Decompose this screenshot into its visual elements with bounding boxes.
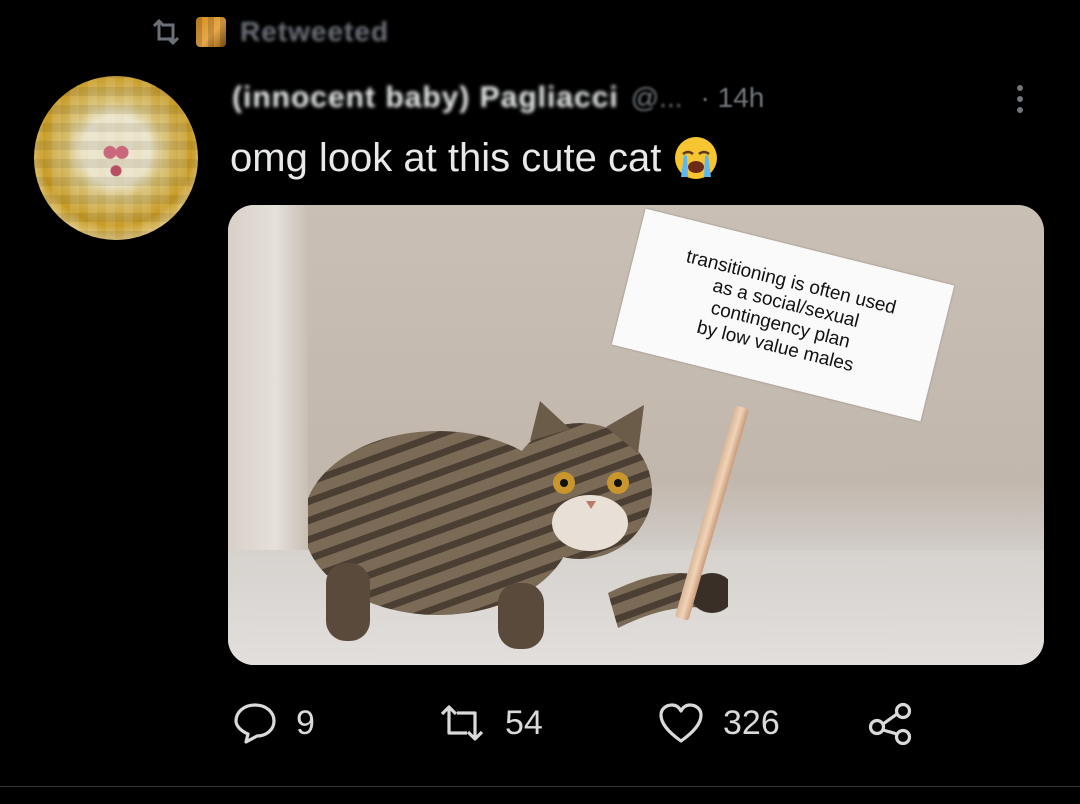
share-icon (868, 702, 912, 745)
retweet-icon (152, 18, 180, 46)
tweet-timestamp[interactable]: · 14h (701, 82, 765, 114)
retweet-bar: Retweeted (150, 12, 389, 52)
tweet-text: omg look at this cute cat (230, 135, 719, 181)
heart-icon (659, 703, 703, 743)
like-button[interactable]: 326 (657, 698, 780, 748)
author-handle[interactable]: @... (631, 82, 683, 114)
share-button[interactable] (867, 698, 915, 748)
loudly-crying-face-icon (675, 137, 718, 179)
retweet-button[interactable]: 54 (437, 698, 543, 748)
tweet-header: (innocent baby) Pagliacci @... · 14h (232, 78, 1052, 118)
retweet-icon (440, 705, 484, 741)
divider (0, 786, 1080, 787)
retweeted-label[interactable]: Retweeted (240, 16, 389, 48)
reply-count: 9 (296, 703, 315, 742)
retweeter-avatar[interactable] (196, 17, 226, 47)
author-avatar[interactable] (34, 76, 198, 240)
tweet-actions: 9 54 326 (232, 698, 952, 748)
cat-illustration (308, 401, 728, 649)
like-count: 326 (723, 703, 780, 742)
tweet-body: omg look at this cute cat (230, 135, 662, 180)
more-options-icon[interactable] (1014, 84, 1026, 114)
reply-icon (234, 703, 276, 744)
author-display-name[interactable]: (innocent baby) Pagliacci (232, 81, 619, 115)
tweet-image[interactable]: transitioning is often used as a social/… (228, 205, 1044, 665)
retweet-count: 54 (505, 703, 543, 742)
reply-button[interactable]: 9 (232, 698, 315, 748)
